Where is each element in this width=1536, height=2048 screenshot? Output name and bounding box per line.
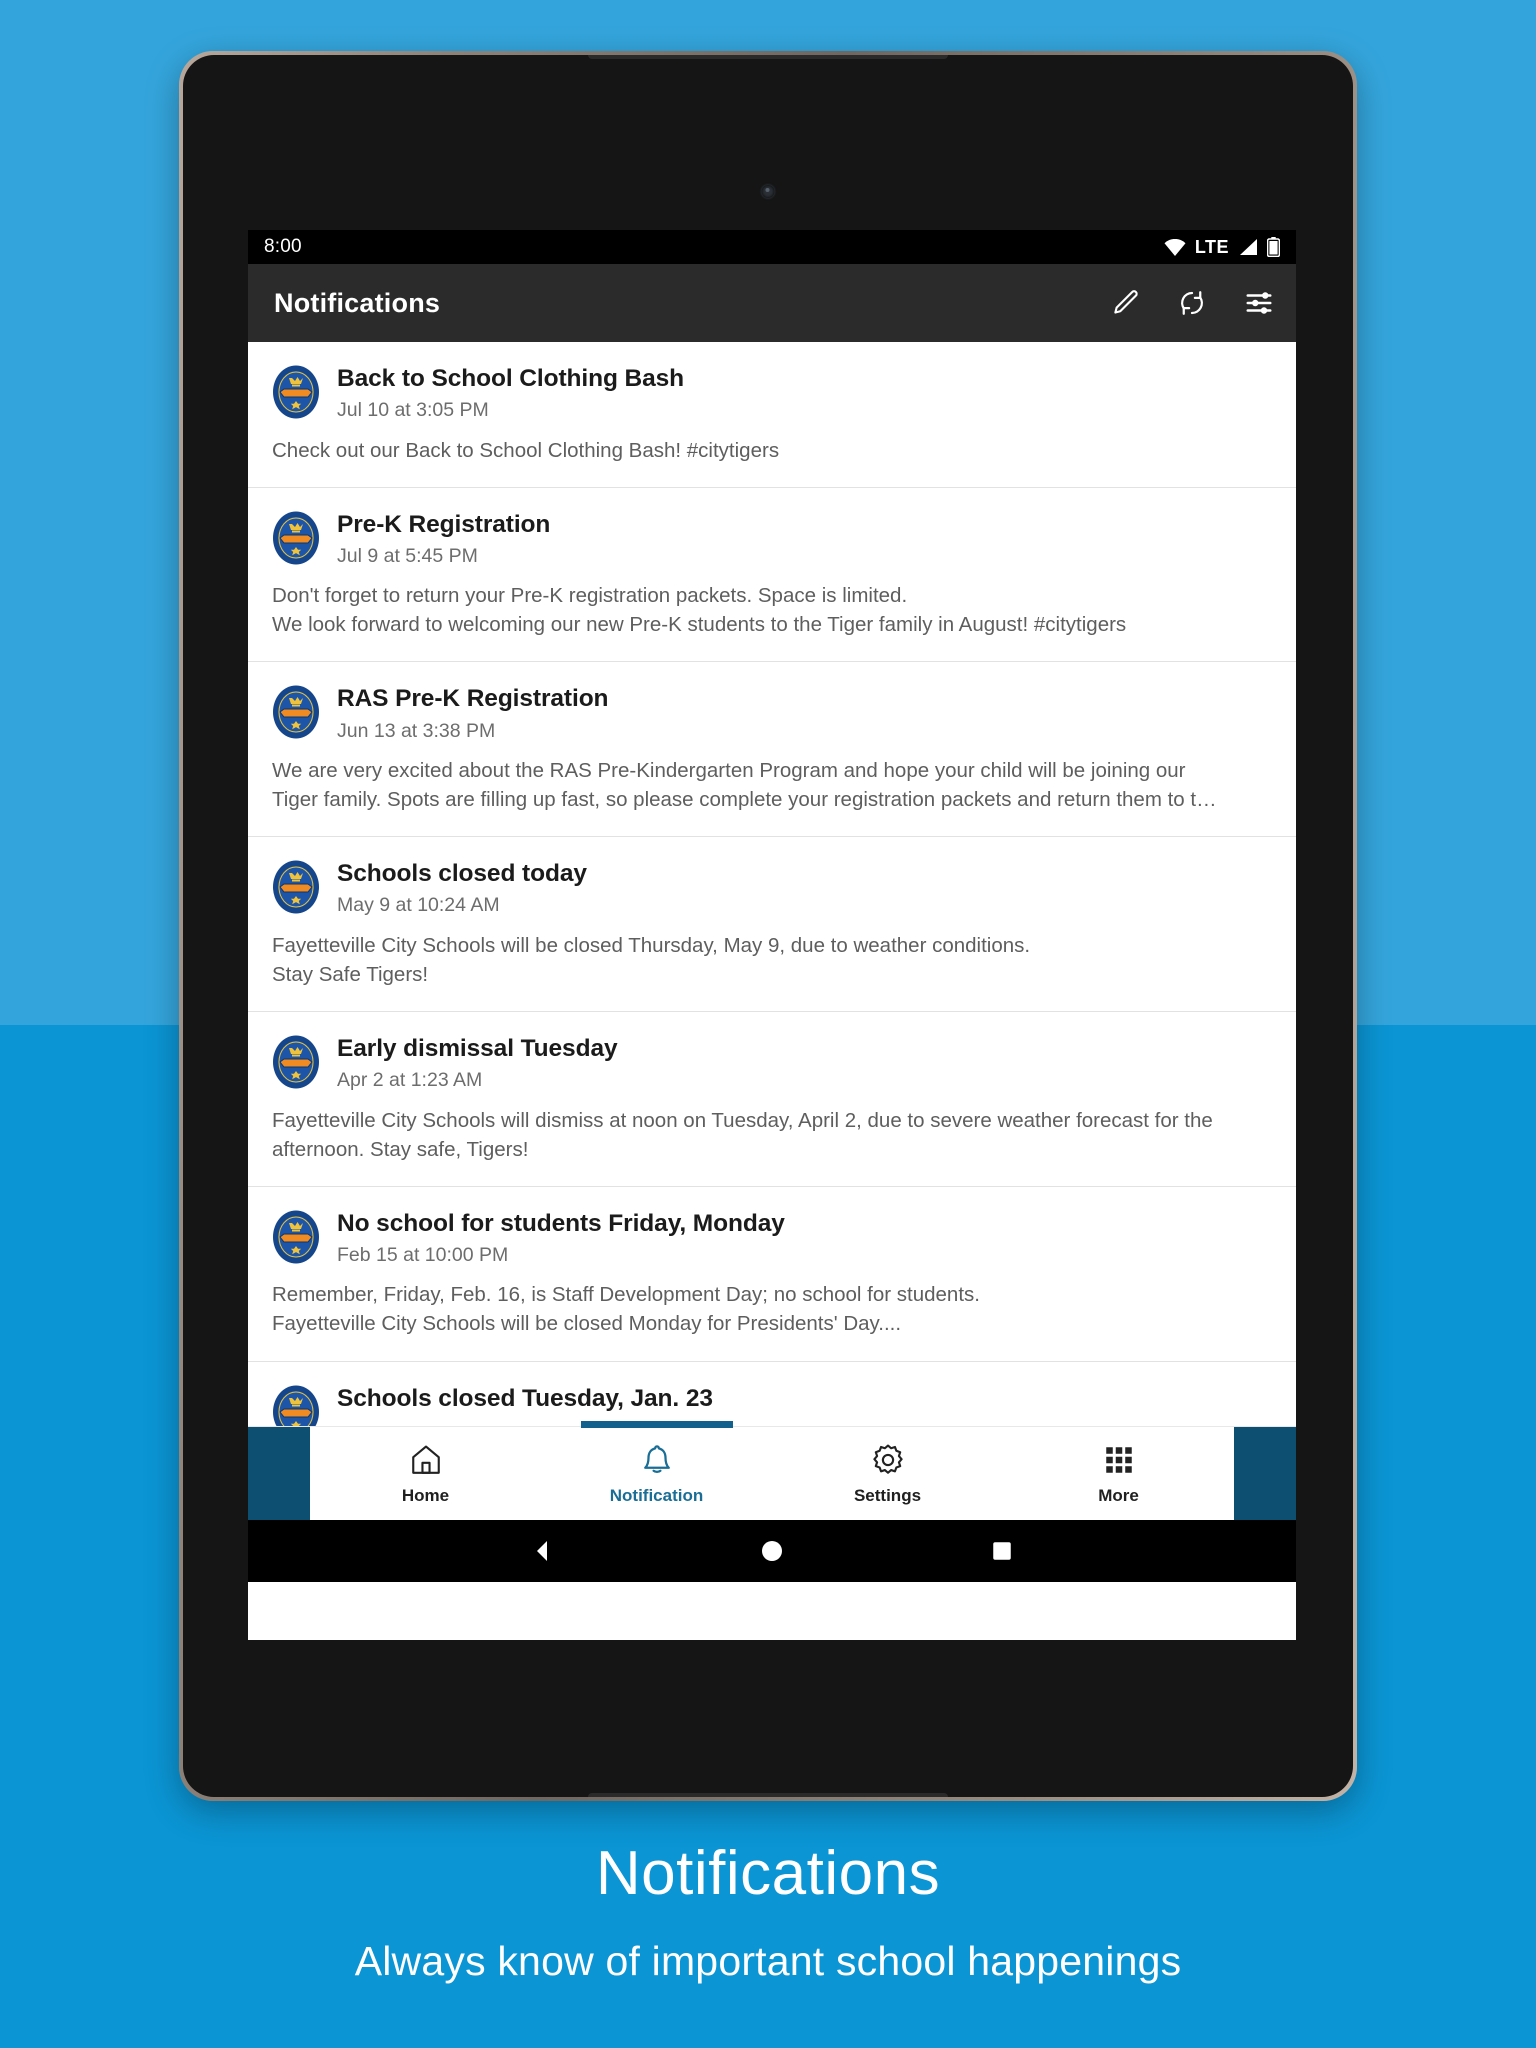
network-type-label: LTE [1194, 236, 1229, 257]
notification-body: Remember, Friday, Feb. 16, is Staff Deve… [272, 1280, 1272, 1338]
school-seal-avatar-icon [272, 860, 320, 914]
nav-item-label: More [1098, 1486, 1139, 1505]
notification-date: Jul 10 at 3:05 PM [337, 399, 489, 422]
nav-item-notification[interactable]: Notification [541, 1421, 772, 1520]
notification-body: Fayetteville City Schools will be closed… [272, 931, 1272, 989]
notification-body-line: Tiger family. Spots are filling up fast,… [272, 788, 1217, 812]
notification-item[interactable]: Schools closed today May 9 at 10:24 AM F… [248, 837, 1296, 1013]
notification-heading: Schools closed today May 9 at 10:24 AM [337, 859, 587, 918]
notification-body-line: Fayetteville City Schools will be closed… [272, 933, 1031, 957]
status-icons: LTE [1164, 237, 1280, 258]
school-seal-avatar-icon [272, 511, 320, 565]
notification-title: Schools closed Tuesday, Jan. 23 [337, 1384, 713, 1412]
status-bar: 8:00 LTE [248, 230, 1296, 264]
notification-date: Apr 2 at 1:23 AM [337, 1069, 483, 1092]
notification-heading: Early dismissal Tuesday Apr 2 at 1:23 AM [337, 1034, 618, 1093]
active-tab-indicator [580, 1421, 733, 1428]
wifi-icon [1164, 238, 1186, 256]
notification-heading: RAS Pre-K Registration Jun 13 at 3:38 PM [337, 684, 609, 743]
app-bar-actions [1110, 288, 1274, 318]
notification-body-line: Fayetteville City Schools will be closed… [272, 1312, 902, 1336]
notification-title: Early dismissal Tuesday [337, 1035, 618, 1063]
nav-item-settings[interactable]: Settings [772, 1427, 1003, 1520]
notification-title: Pre-K Registration [337, 510, 551, 538]
caption-subtitle: Always know of important school happenin… [354, 1938, 1182, 1984]
notification-item[interactable]: Back to School Clothing Bash Jul 10 at 3… [248, 342, 1296, 488]
school-seal-avatar-icon [272, 1035, 320, 1089]
tablet-bezel: 8:00 LTE Notifications Back to School Cl… [183, 55, 1353, 1797]
notification-body-line: Stay Safe Tigers! [272, 962, 429, 986]
nav-item-label: Settings [853, 1486, 922, 1505]
bottom-nav-items: Home Notification Settings More [310, 1421, 1234, 1520]
recents-button[interactable] [987, 1536, 1017, 1566]
notification-body-line: Don't forget to return your Pre-K regist… [272, 584, 908, 608]
notification-title: RAS Pre-K Registration [337, 685, 609, 713]
app-bar: Notifications [248, 264, 1296, 342]
school-seal-avatar-icon [272, 365, 320, 419]
notification-heading: No school for students Friday, Monday Fe… [337, 1209, 785, 1268]
school-seal-avatar-icon [272, 1210, 320, 1264]
notification-date: Feb 15 at 10:00 PM [337, 1243, 509, 1266]
filter-icon[interactable] [1244, 288, 1274, 318]
notification-body-line: We look forward to welcoming our new Pre… [272, 613, 1127, 637]
speaker-grille-top [588, 55, 948, 59]
nav-rail-right [1234, 1427, 1296, 1520]
gear-icon [871, 1441, 905, 1479]
notification-header: RAS Pre-K Registration Jun 13 at 3:38 PM [272, 684, 1272, 743]
nav-item-label: Notification [609, 1486, 704, 1505]
device-screen: 8:00 LTE Notifications Back to School Cl… [248, 230, 1296, 1640]
page-root: 8:00 LTE Notifications Back to School Cl… [0, 0, 1536, 2048]
status-clock: 8:00 [264, 236, 302, 257]
nav-item-label: Home [401, 1486, 450, 1505]
speaker-grille-bottom [588, 1793, 948, 1797]
notification-body: Don't forget to return your Pre-K regist… [272, 581, 1272, 639]
notification-body-line: Remember, Friday, Feb. 16, is Staff Deve… [272, 1283, 980, 1307]
nav-rail-left [248, 1427, 310, 1520]
notification-item[interactable]: No school for students Friday, Monday Fe… [248, 1186, 1296, 1362]
notification-item[interactable]: Pre-K Registration Jul 9 at 5:45 PM Don'… [248, 487, 1296, 663]
notification-heading: Schools closed Tuesday, Jan. 23 [337, 1384, 713, 1413]
front-camera [761, 185, 775, 198]
notification-item[interactable]: Early dismissal Tuesday Apr 2 at 1:23 AM… [248, 1012, 1296, 1187]
compose-icon[interactable] [1110, 288, 1140, 318]
refresh-icon[interactable] [1177, 288, 1207, 318]
bottom-navigation-bar: Home Notification Settings More [248, 1421, 1296, 1520]
notification-date: May 9 at 10:24 AM [337, 894, 500, 917]
notification-header: Pre-K Registration Jul 9 at 5:45 PM [272, 510, 1272, 569]
notification-title: Back to School Clothing Bash [337, 365, 685, 392]
back-button[interactable] [527, 1536, 557, 1566]
notification-date: Jul 9 at 5:45 PM [337, 544, 478, 567]
tablet-device-frame: 8:00 LTE Notifications Back to School Cl… [179, 51, 1357, 1801]
notification-list[interactable]: Back to School Clothing Bash Jul 10 at 3… [248, 342, 1296, 1520]
notification-body: We are very excited about the RAS Pre-Ki… [272, 756, 1272, 814]
home-icon [409, 1441, 443, 1479]
notification-header: Early dismissal Tuesday Apr 2 at 1:23 AM [272, 1034, 1272, 1093]
battery-icon [1267, 237, 1280, 257]
notification-body: Check out our Back to School Clothing Ba… [272, 436, 1272, 465]
notification-date: Jun 13 at 3:38 PM [337, 719, 496, 742]
bell-icon [640, 1441, 674, 1479]
grid-icon [1102, 1441, 1136, 1479]
notification-body-line: Fayetteville City Schools will dismiss a… [272, 1108, 1213, 1132]
signal-icon [1238, 238, 1258, 256]
notification-header: Schools closed today May 9 at 10:24 AM [272, 859, 1272, 918]
notification-body-line: afternoon. Stay safe, Tigers! [272, 1137, 529, 1161]
notification-body: Fayetteville City Schools will dismiss a… [272, 1106, 1272, 1164]
app-bar-title: Notifications [274, 287, 441, 318]
home-button[interactable] [757, 1536, 787, 1566]
notification-header: Back to School Clothing Bash Jul 10 at 3… [272, 364, 1272, 423]
nav-item-home[interactable]: Home [310, 1427, 541, 1520]
notification-body-line: We are very excited about the RAS Pre-Ki… [272, 759, 1186, 783]
system-navigation-bar [248, 1520, 1296, 1582]
notification-heading: Back to School Clothing Bash Jul 10 at 3… [337, 364, 684, 423]
nav-item-more[interactable]: More [1003, 1427, 1234, 1520]
notification-body-line: Check out our Back to School Clothing Ba… [272, 438, 780, 462]
notification-item[interactable]: RAS Pre-K Registration Jun 13 at 3:38 PM… [248, 662, 1296, 838]
notification-heading: Pre-K Registration Jul 9 at 5:45 PM [337, 510, 550, 569]
caption-title: Notifications [595, 1839, 941, 1908]
school-seal-avatar-icon [272, 685, 320, 739]
notification-title: Schools closed today [337, 860, 587, 888]
notification-title: No school for students Friday, Monday [337, 1209, 785, 1237]
notification-header: No school for students Friday, Monday Fe… [272, 1209, 1272, 1268]
